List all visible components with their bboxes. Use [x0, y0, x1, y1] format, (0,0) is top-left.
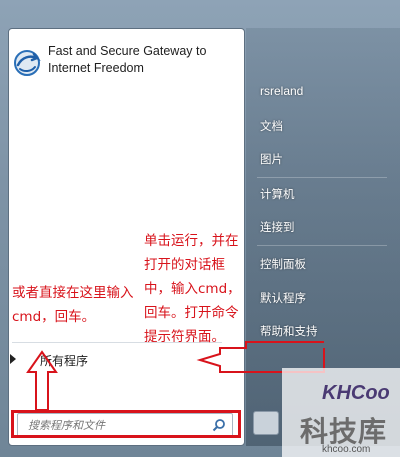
watermark: KHCoo 科技库 khcoo.com	[282, 368, 400, 457]
documents-link[interactable]: 文档	[260, 118, 283, 134]
all-programs-label: 所有程序	[40, 354, 89, 368]
shutdown-button[interactable]	[253, 411, 279, 435]
default-programs-link[interactable]: 默认程序	[260, 290, 306, 306]
highlight-box	[11, 410, 241, 438]
pinned-app-item[interactable]: Fast and Secure Gateway to Internet Free…	[10, 42, 240, 82]
annotation-right: 单击运行，并在打开的对话框中，输入cmd，回车。打开命令提示符界面。	[144, 233, 241, 345]
user-name-link[interactable]: rsreland	[260, 84, 303, 98]
globe-arrow-icon	[12, 48, 42, 78]
computer-link[interactable]: 计算机	[260, 186, 295, 202]
pinned-app-title: Fast and Secure Gateway to Internet Free…	[48, 44, 207, 75]
pictures-link[interactable]: 图片	[260, 151, 283, 167]
connect-to-link[interactable]: 连接到	[260, 219, 295, 235]
help-support-link[interactable]: 帮助和支持	[260, 323, 318, 339]
annotation-left: 或者直接在这里输入cmd，回车。	[12, 285, 134, 325]
triangle-right-icon	[10, 354, 16, 364]
watermark-logo: KHCoo	[322, 382, 390, 404]
menu-separator	[257, 177, 387, 178]
menu-separator	[257, 245, 387, 246]
all-programs-button[interactable]: 所有程序	[6, 349, 226, 371]
watermark-url: khcoo.com	[322, 444, 371, 455]
control-panel-link[interactable]: 控制面板	[260, 256, 306, 272]
